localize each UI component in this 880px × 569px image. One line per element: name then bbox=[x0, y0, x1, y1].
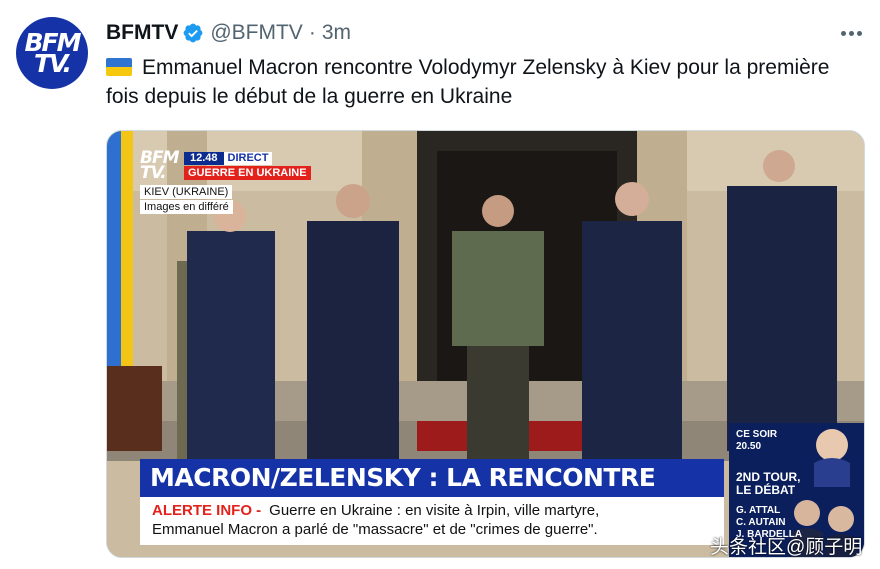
more-dot bbox=[848, 30, 854, 36]
alert-label: ALERTE INFO - bbox=[152, 502, 262, 519]
more-icon[interactable] bbox=[838, 20, 864, 46]
alert-line2: Emmanuel Macron a parlé de "massacre" et… bbox=[152, 521, 598, 538]
promo-tour-line1: 2ND TOUR, bbox=[736, 470, 801, 484]
author-handle[interactable]: @BFMTV bbox=[210, 21, 302, 45]
headline-banner: MACRON/ZELENSKY : LA RENCONTRE bbox=[140, 459, 724, 497]
channel-logo: BFM TV. bbox=[140, 148, 180, 183]
tweet-body: Emmanuel Macron rencontre Volodymyr Zele… bbox=[106, 56, 830, 108]
alert-ticker: ALERTE INFO - Guerre en Ukraine : en visi… bbox=[140, 497, 724, 545]
topic-label: GUERRE EN UKRAINE bbox=[184, 166, 311, 180]
tweet-time[interactable]: 3m bbox=[322, 21, 351, 45]
ukraine-flag-icon bbox=[106, 58, 132, 76]
promo-schedule: CE SOIR 20.50 bbox=[736, 429, 777, 453]
more-dot bbox=[840, 30, 846, 36]
clock: 12.48 bbox=[184, 152, 224, 165]
avatar[interactable]: BFM TV. bbox=[16, 17, 88, 89]
verified-icon bbox=[183, 23, 203, 43]
images-note: Images en différé bbox=[140, 200, 233, 214]
promo-tour-line2: LE DÉBAT bbox=[736, 483, 796, 497]
promo-guest: G. ATTAL bbox=[736, 505, 781, 516]
promo-ce-soir: CE SOIR bbox=[736, 429, 778, 440]
video-player[interactable]: BFM TV. 12.48 DIRECT GUERRE EN UKRAINE K… bbox=[106, 130, 865, 558]
tweet-text: Emmanuel Macron rencontre Volodymyr Zele… bbox=[106, 53, 846, 111]
alert-line1: Guerre en Ukraine : en visite à Irpin, v… bbox=[269, 502, 600, 519]
avatar-logo: BFM TV. bbox=[24, 28, 81, 78]
author-name[interactable]: BFMTV bbox=[106, 21, 178, 45]
promo-time: 20.50 bbox=[736, 441, 762, 452]
promo-title: 2ND TOUR, LE DÉBAT bbox=[736, 471, 800, 497]
tweet-header: BFMTV @BFMTV · 3m bbox=[106, 20, 351, 46]
more-dot bbox=[856, 30, 862, 36]
separator: · bbox=[308, 21, 316, 44]
promo-guest: C. AUTAIN bbox=[736, 517, 786, 528]
direct-label: DIRECT bbox=[223, 152, 273, 165]
watermark: 头条社区@顾子明 bbox=[710, 537, 863, 558]
location-label: KIEV (UKRAINE) bbox=[140, 185, 233, 199]
live-badge: 12.48 DIRECT bbox=[184, 152, 273, 165]
